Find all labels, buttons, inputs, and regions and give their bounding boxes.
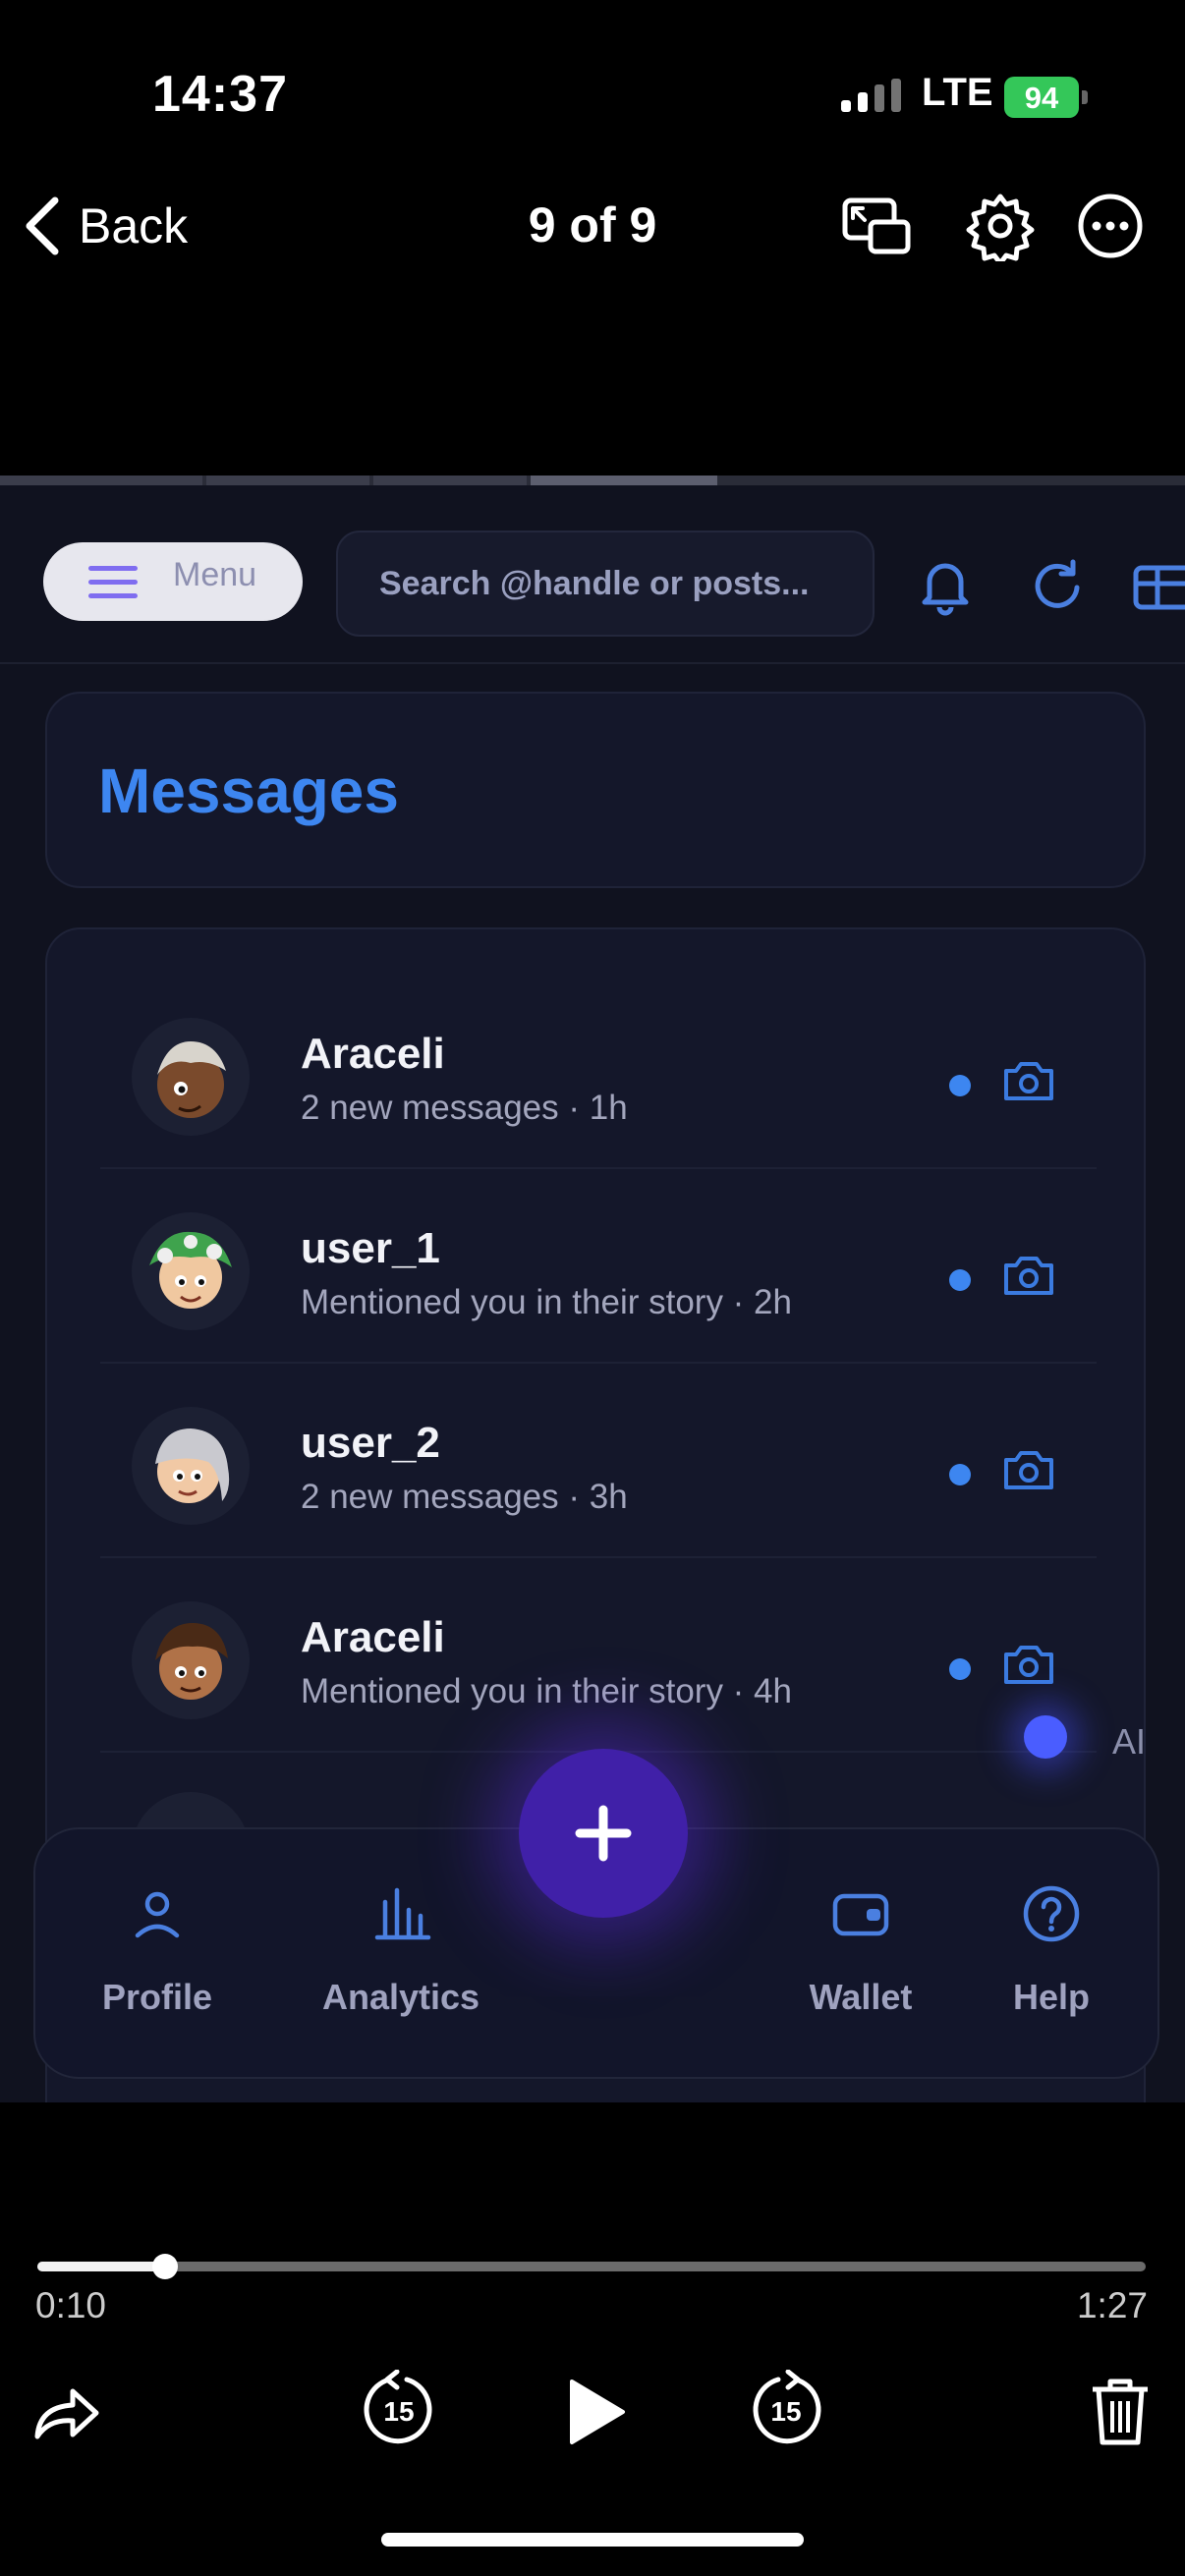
ai-label: AI [1112,1721,1147,1762]
message-item[interactable]: Araceli 2 new messages · 1h [100,975,1097,1169]
scrubber-track [37,2262,1146,2271]
skip-back-button[interactable]: 15 [358,2370,440,2452]
tab-label: Wallet [809,1977,913,2017]
message-item[interactable]: user_2 2 new messages · 3h [100,1364,1097,1558]
tab-label: Analytics [321,1977,480,2017]
search-input[interactable] [336,531,875,637]
wallet-icon [832,1893,889,1936]
skip-forward-seconds: 15 [770,2396,802,2427]
hamburger-icon [88,566,138,598]
sender-name: Araceli [301,1613,445,1661]
sender-name: user_1 [301,1224,440,1272]
plus-icon [575,1805,632,1862]
message-preview: Mentioned you in their story · 2h [301,1283,792,1321]
refresh-icon[interactable] [1026,554,1089,617]
menu-label: Menu [173,556,257,593]
network-type: LTE [922,71,993,114]
bell-icon[interactable] [914,554,977,617]
help-icon [1023,1885,1080,1942]
bar-chart-icon [374,1887,431,1940]
message-preview: 2 new messages · 1h [301,1089,628,1127]
total-duration: 1:27 [1076,2285,1148,2325]
home-indicator[interactable] [381,2533,804,2547]
message-preview: 2 new messages · 3h [301,1478,628,1516]
grid-icon[interactable] [1132,554,1185,617]
avatar [132,1601,250,1719]
battery-icon: 94 [1004,77,1089,118]
scrubber-progress [37,2262,165,2271]
message-item[interactable]: Araceli Mentioned you in their story · 4… [100,1558,1097,1753]
add-button[interactable] [519,1749,688,1918]
playback-scrubber[interactable] [37,2246,1146,2285]
camera-icon[interactable] [1002,1250,1055,1299]
more-options-icon[interactable] [1075,191,1146,261]
video-frame: Menu Messages [0,476,1185,2102]
tab-help[interactable]: Help [953,1829,1150,2081]
trash-icon[interactable] [1089,2376,1152,2448]
camera-icon[interactable] [1002,1055,1055,1104]
page-title: Messages [98,756,399,826]
battery-level: 94 [1024,81,1059,115]
menu-button[interactable]: Menu [43,542,303,621]
elapsed-time: 0:10 [35,2285,107,2325]
avatar [132,1407,250,1525]
unread-indicator [949,1075,971,1096]
status-bar: 14:37 LTE 94 [0,0,1185,187]
sender-name: user_2 [301,1419,440,1467]
app-top-nav: Menu [0,485,1185,664]
camera-icon[interactable] [1002,1639,1055,1688]
gear-icon[interactable] [965,191,1036,261]
picture-in-picture-icon[interactable] [841,191,912,261]
tab-label: Profile [101,1977,213,2017]
skip-forward-button[interactable]: 15 [745,2370,827,2452]
person-icon [135,1891,180,1938]
skip-back-seconds: 15 [383,2396,415,2427]
message-preview: Mentioned you in their story · 4h [301,1672,792,1710]
tab-profile[interactable]: Profile [59,1829,255,2081]
avatar [132,1018,250,1136]
share-icon[interactable] [31,2380,102,2444]
messages-header-card: Messages [45,692,1146,888]
ai-assistant-button[interactable] [1024,1715,1067,1759]
play-icon[interactable] [564,2376,629,2448]
tab-wallet[interactable]: Wallet [762,1829,959,2081]
message-item[interactable]: user_1 Mentioned you in their story · 2h [100,1169,1097,1364]
unread-indicator [949,1269,971,1291]
cellular-signal-icon [841,79,901,112]
tab-label: Help [1012,1977,1090,2017]
status-time: 14:37 [152,66,288,123]
sender-name: Araceli [301,1030,445,1078]
camera-icon[interactable] [1002,1444,1055,1493]
viewer-header: Back 9 of 9 [0,177,1185,275]
tab-analytics[interactable]: Analytics [293,1829,509,2081]
unread-indicator [949,1658,971,1680]
avatar [132,1212,250,1330]
video-segment-bar [0,476,1185,485]
unread-indicator [949,1464,971,1485]
scrubber-thumb[interactable] [151,2254,178,2279]
